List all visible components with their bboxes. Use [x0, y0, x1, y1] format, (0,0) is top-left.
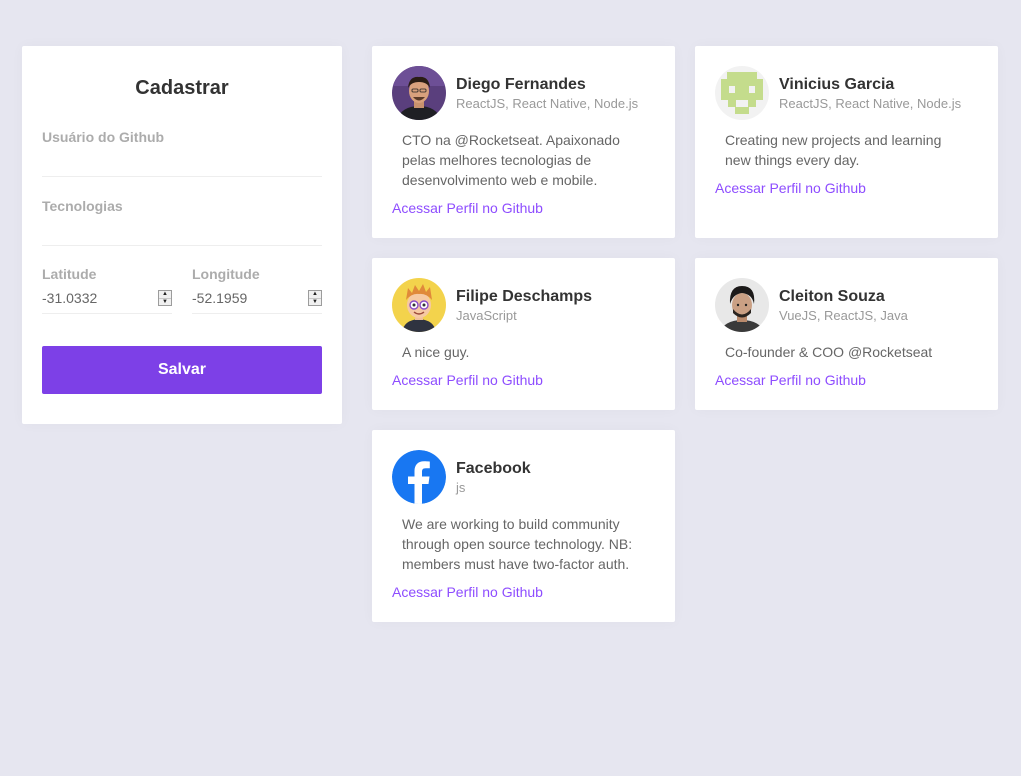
dev-bio: Creating new projects and learning new t… [725, 132, 942, 168]
coordinates-row: Latitude -31.0332 ▲ ▼ Longitude -52.1959… [42, 266, 322, 314]
techs-input[interactable] [42, 214, 322, 246]
github-user-input[interactable] [42, 145, 322, 177]
dev-card: Diego Fernandes ReactJS, React Native, N… [372, 46, 675, 238]
dev-bio: We are working to build community throug… [402, 516, 633, 572]
dev-card-header: Filipe Deschamps JavaScript [392, 278, 655, 332]
longitude-field-group: Longitude -52.1959 ▲ ▼ [192, 266, 322, 314]
github-user-field-group: Usuário do Github [42, 129, 322, 177]
dev-name: Filipe Deschamps [456, 287, 593, 305]
techs-label: Tecnologias [42, 198, 123, 214]
form-title: Cadastrar [135, 77, 229, 99]
person-photo-avatar-icon [715, 278, 769, 332]
save-button[interactable]: Salvar [42, 346, 322, 394]
latitude-value: -31.0332 [42, 290, 98, 306]
cartoon-avatar-icon [392, 278, 446, 332]
github-profile-link[interactable]: Acessar Perfil no Github [715, 372, 866, 388]
facebook-logo-icon [392, 450, 446, 504]
dev-card: Cleiton Souza VueJS, ReactJS, Java Co-fo… [695, 258, 998, 410]
dev-name: Facebook [456, 459, 531, 477]
user-info: Facebook js [456, 460, 531, 495]
github-profile-link[interactable]: Acessar Perfil no Github [392, 584, 543, 600]
dev-card: Facebook js We are working to build comm… [372, 430, 675, 622]
latitude-stepper[interactable]: ▲ ▼ [158, 290, 172, 306]
longitude-input[interactable]: -52.1959 ▲ ▼ [192, 282, 322, 314]
longitude-label: Longitude [192, 266, 260, 282]
person-photo-avatar-icon [392, 66, 446, 120]
longitude-decrement-icon[interactable]: ▼ [309, 297, 321, 306]
dev-name: Cleiton Souza [779, 287, 885, 305]
user-info: Diego Fernandes ReactJS, React Native, N… [456, 76, 638, 111]
dev-name: Diego Fernandes [456, 75, 586, 93]
dev-card-header: Diego Fernandes ReactJS, React Native, N… [392, 66, 655, 120]
longitude-stepper[interactable]: ▲ ▼ [308, 290, 322, 306]
user-info: Filipe Deschamps JavaScript [456, 288, 592, 323]
identicon-avatar-icon [715, 66, 769, 120]
longitude-value: -52.1959 [192, 290, 248, 306]
techs-field-group: Tecnologias [42, 198, 322, 246]
dev-bio: A nice guy. [402, 344, 470, 360]
dev-techs: ReactJS, React Native, Node.js [779, 95, 962, 111]
avatar [392, 450, 446, 504]
dev-techs: js [456, 479, 466, 495]
dev-techs: JavaScript [456, 307, 517, 323]
dev-card-header: Facebook js [392, 450, 655, 504]
dev-card-header: Cleiton Souza VueJS, ReactJS, Java [715, 278, 978, 332]
dev-card: Vinicius Garcia ReactJS, React Native, N… [695, 46, 998, 238]
github-profile-link[interactable]: Acessar Perfil no Github [715, 180, 866, 196]
latitude-decrement-icon[interactable]: ▼ [159, 297, 171, 306]
avatar [715, 278, 769, 332]
latitude-field-group: Latitude -31.0332 ▲ ▼ [42, 266, 172, 314]
dev-bio: Co-founder & COO @Rocketseat [725, 344, 933, 360]
github-profile-link[interactable]: Acessar Perfil no Github [392, 200, 543, 216]
register-form-panel: Cadastrar Usuário do Github Tecnologias … [22, 46, 342, 424]
avatar [715, 66, 769, 120]
user-info: Vinicius Garcia ReactJS, React Native, N… [779, 76, 961, 111]
avatar [392, 66, 446, 120]
user-info: Cleiton Souza VueJS, ReactJS, Java [779, 288, 908, 323]
dev-card-header: Vinicius Garcia ReactJS, React Native, N… [715, 66, 978, 120]
dev-techs: ReactJS, React Native, Node.js [456, 95, 639, 111]
dev-card: Filipe Deschamps JavaScript A nice guy. … [372, 258, 675, 410]
dev-techs: VueJS, ReactJS, Java [779, 307, 908, 323]
avatar [392, 278, 446, 332]
latitude-input[interactable]: -31.0332 ▲ ▼ [42, 282, 172, 314]
github-profile-link[interactable]: Acessar Perfil no Github [392, 372, 543, 388]
dev-name: Vinicius Garcia [779, 75, 895, 93]
github-user-label: Usuário do Github [42, 129, 165, 145]
dev-bio: CTO na @Rocketseat. Apaixonado pelas mel… [402, 132, 620, 188]
latitude-label: Latitude [42, 266, 97, 282]
